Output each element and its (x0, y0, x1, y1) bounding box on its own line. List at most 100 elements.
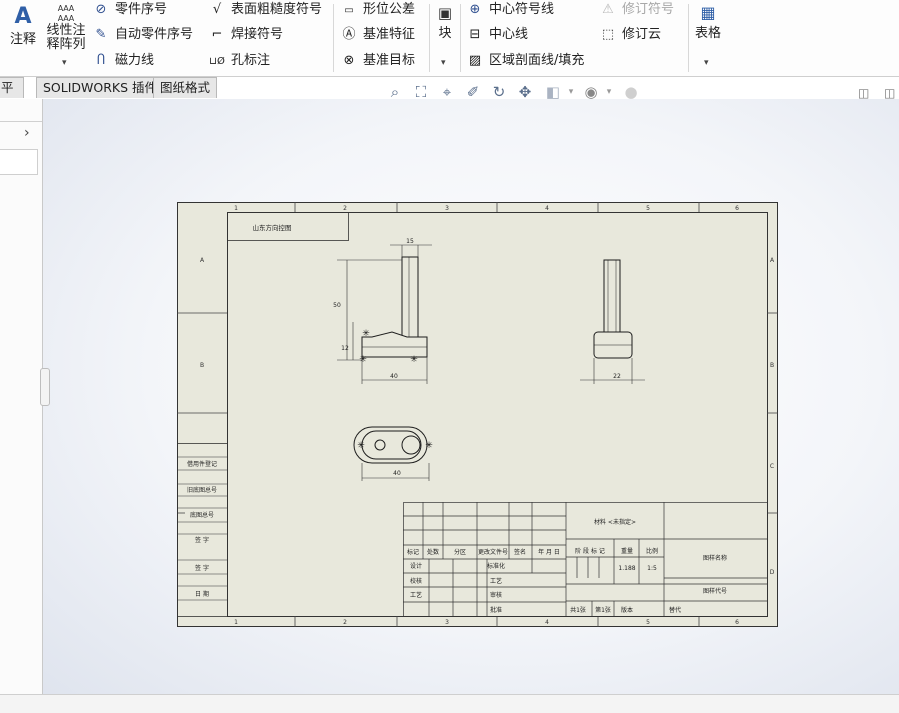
dimension-label: 22 (613, 373, 621, 380)
process-label-2: 工艺 (490, 577, 502, 585)
left-strip-label: 签 字 (195, 564, 209, 572)
geometric-tolerance-icon: ▭ (344, 5, 354, 16)
dimension-label: 50 (333, 302, 341, 309)
table-button[interactable]: ▦ 表格 (693, 3, 723, 42)
center-mark-button[interactable]: ⊕ 中心符号线 (466, 0, 554, 20)
version-label: 版本 (621, 606, 633, 614)
block-button[interactable]: ▣ 块 (434, 4, 456, 41)
datum-target-button[interactable]: ⊗ 基准目标 (340, 51, 415, 71)
dimension-label: 15 (406, 238, 414, 245)
approve-label: 批准 (490, 606, 502, 614)
balloon-icon: ⊘ (95, 2, 107, 17)
chevron-right-icon[interactable]: › (24, 125, 30, 141)
revision-symbol-icon: ⚠ (602, 2, 614, 17)
weight-value: 1.188 (618, 565, 635, 572)
zone-row-label: C (770, 463, 774, 470)
center-mark-icon: ✳ (410, 355, 418, 365)
table-icon: ▦ (700, 3, 716, 22)
left-strip-label: 旧底图总号 (187, 486, 217, 494)
dropdown-arrow-icon[interactable]: ▾ (62, 58, 67, 68)
linear-pattern-icon: ΑΑΑ ΑΑΑ (57, 4, 75, 23)
center-mark-icon: ⊕ (469, 2, 481, 17)
zone-col-label: 1 (234, 205, 238, 212)
dimension-label: 40 (390, 373, 398, 380)
datum-feature-icon: Ⓐ (342, 27, 356, 42)
hole-callout-button[interactable]: ⊔Ø 孔标注 (208, 51, 270, 71)
audit-label: 审核 (490, 591, 502, 599)
scale-label: 比例 (646, 547, 658, 555)
chevron-down-icon[interactable]: ▾ (561, 82, 581, 102)
zone-row-label: D (770, 569, 775, 576)
drawing-sheet-svg: 1 2 3 4 5 6 1 2 3 4 5 6 A B A B C D 山东方向… (177, 202, 778, 627)
zone-col-label: 3 (445, 619, 449, 626)
tab-evaluate[interactable]: 平估 (0, 77, 24, 115)
select-icon[interactable]: ✐ (463, 82, 483, 102)
rev-sign-label: 签名 (514, 548, 526, 556)
revision-cloud-icon: ⬚ (601, 27, 615, 42)
left-strip-label: 日 期 (195, 590, 209, 598)
zoom-to-area-icon[interactable]: ⛶ (411, 82, 431, 102)
datum-target-icon: ⊗ (343, 53, 355, 68)
pan-icon[interactable]: ✥ (515, 82, 535, 102)
center-mark-icon: ✳ (357, 441, 365, 451)
rev-date-label: 年 月 日 (538, 548, 560, 556)
auto-balloon-button[interactable]: ✎ 自动零件序号 (92, 25, 193, 45)
zone-col-label: 4 (545, 619, 549, 626)
window-restore-icon[interactable]: ◫ (858, 86, 869, 100)
tab-sheet-format[interactable]: 图纸格式 (153, 77, 218, 98)
surface-finish-icon: √ (212, 2, 222, 17)
panel-collapse-handle[interactable] (40, 368, 50, 406)
revision-symbol-button[interactable]: ⚠ 修订符号 (599, 0, 674, 20)
header-note: 山东方向控图 (253, 223, 292, 232)
magnetic-line-button[interactable]: Ⴖ 磁力线 (92, 51, 154, 71)
display-style-icon[interactable]: ◧ (543, 82, 563, 102)
lighting-icon[interactable]: ● (621, 82, 641, 102)
geometric-tolerance-button[interactable]: ▭ 形位公差 (340, 0, 415, 20)
panel-divider (0, 121, 42, 122)
hatch-icon: ▨ (468, 53, 482, 68)
feature-manager-panel: › (0, 99, 43, 694)
zone-col-label: 3 (445, 205, 449, 212)
center-mark-icon: ✳ (359, 355, 367, 365)
total-sheets-label: 共1张 (570, 606, 586, 614)
left-strip-label: 签 字 (195, 536, 209, 544)
window-maximize-icon[interactable]: ◫ (884, 86, 895, 100)
zone-col-label: 6 (735, 619, 739, 626)
left-strip-label: 借用件登记 (187, 460, 217, 468)
ribbon-separator (688, 4, 689, 72)
rev-mark-label: 标记 (407, 548, 419, 556)
chevron-down-icon[interactable]: ▾ (599, 82, 619, 102)
zoom-in-out-icon[interactable]: ⌖ (437, 82, 457, 102)
drawing-sheet[interactable]: 1 2 3 4 5 6 1 2 3 4 5 6 A B A B C D 山东方向… (177, 202, 778, 627)
zone-col-label: 2 (343, 619, 347, 626)
rev-zone-label: 分区 (454, 548, 466, 556)
stage-mark-label: 阶 段 标 记 (575, 547, 605, 555)
left-strip-label: 底图总号 (190, 511, 214, 519)
command-ribbon: A 注释 ΑΑΑ ΑΑΑ 线性注 释阵列 ▾ ⊘ 零件序号 ✎ 自动零件序号 Ⴖ 磁力线… (0, 0, 899, 77)
linear-pattern-note-button[interactable]: ΑΑΑ ΑΑΑ 线性注 释阵列 (46, 4, 86, 52)
centerline-button[interactable]: ⊟ 中心线 (466, 25, 528, 45)
zone-col-label: 4 (545, 205, 549, 212)
balloon-button[interactable]: ⊘ 零件序号 (92, 0, 167, 20)
replace-label: 替代 (669, 606, 681, 614)
annotation-button[interactable]: A 注释 (8, 6, 38, 48)
area-hatch-button[interactable]: ▨ 区域剖面线/填充 (466, 51, 585, 71)
sheet-no-label: 第1张 (595, 606, 611, 614)
rev-count-label: 处数 (427, 548, 439, 556)
surface-finish-button[interactable]: √ 表面粗糙度符号 (208, 0, 322, 20)
status-bar (0, 694, 899, 713)
weight-label: 重量 (621, 547, 633, 555)
dropdown-arrow-icon[interactable]: ▾ (441, 58, 446, 68)
panel-filter-field[interactable] (0, 149, 38, 175)
weld-symbol-button[interactable]: ⌐ 焊接符号 (208, 25, 283, 45)
tab-solidworks-addins[interactable]: SOLIDWORKS 插件 (36, 77, 165, 98)
revision-cloud-button[interactable]: ⬚ 修订云 (599, 25, 661, 45)
hide-show-items-icon[interactable]: ◉ (581, 82, 601, 102)
scale-value: 1:5 (647, 565, 657, 572)
rotate-icon[interactable]: ↻ (489, 82, 509, 102)
ribbon-separator (333, 4, 334, 72)
zone-row-label: B (200, 362, 204, 369)
dropdown-arrow-icon[interactable]: ▾ (704, 58, 709, 68)
zoom-to-fit-icon[interactable]: ⌕ (385, 82, 405, 102)
datum-feature-button[interactable]: Ⓐ 基准特征 (340, 25, 415, 45)
